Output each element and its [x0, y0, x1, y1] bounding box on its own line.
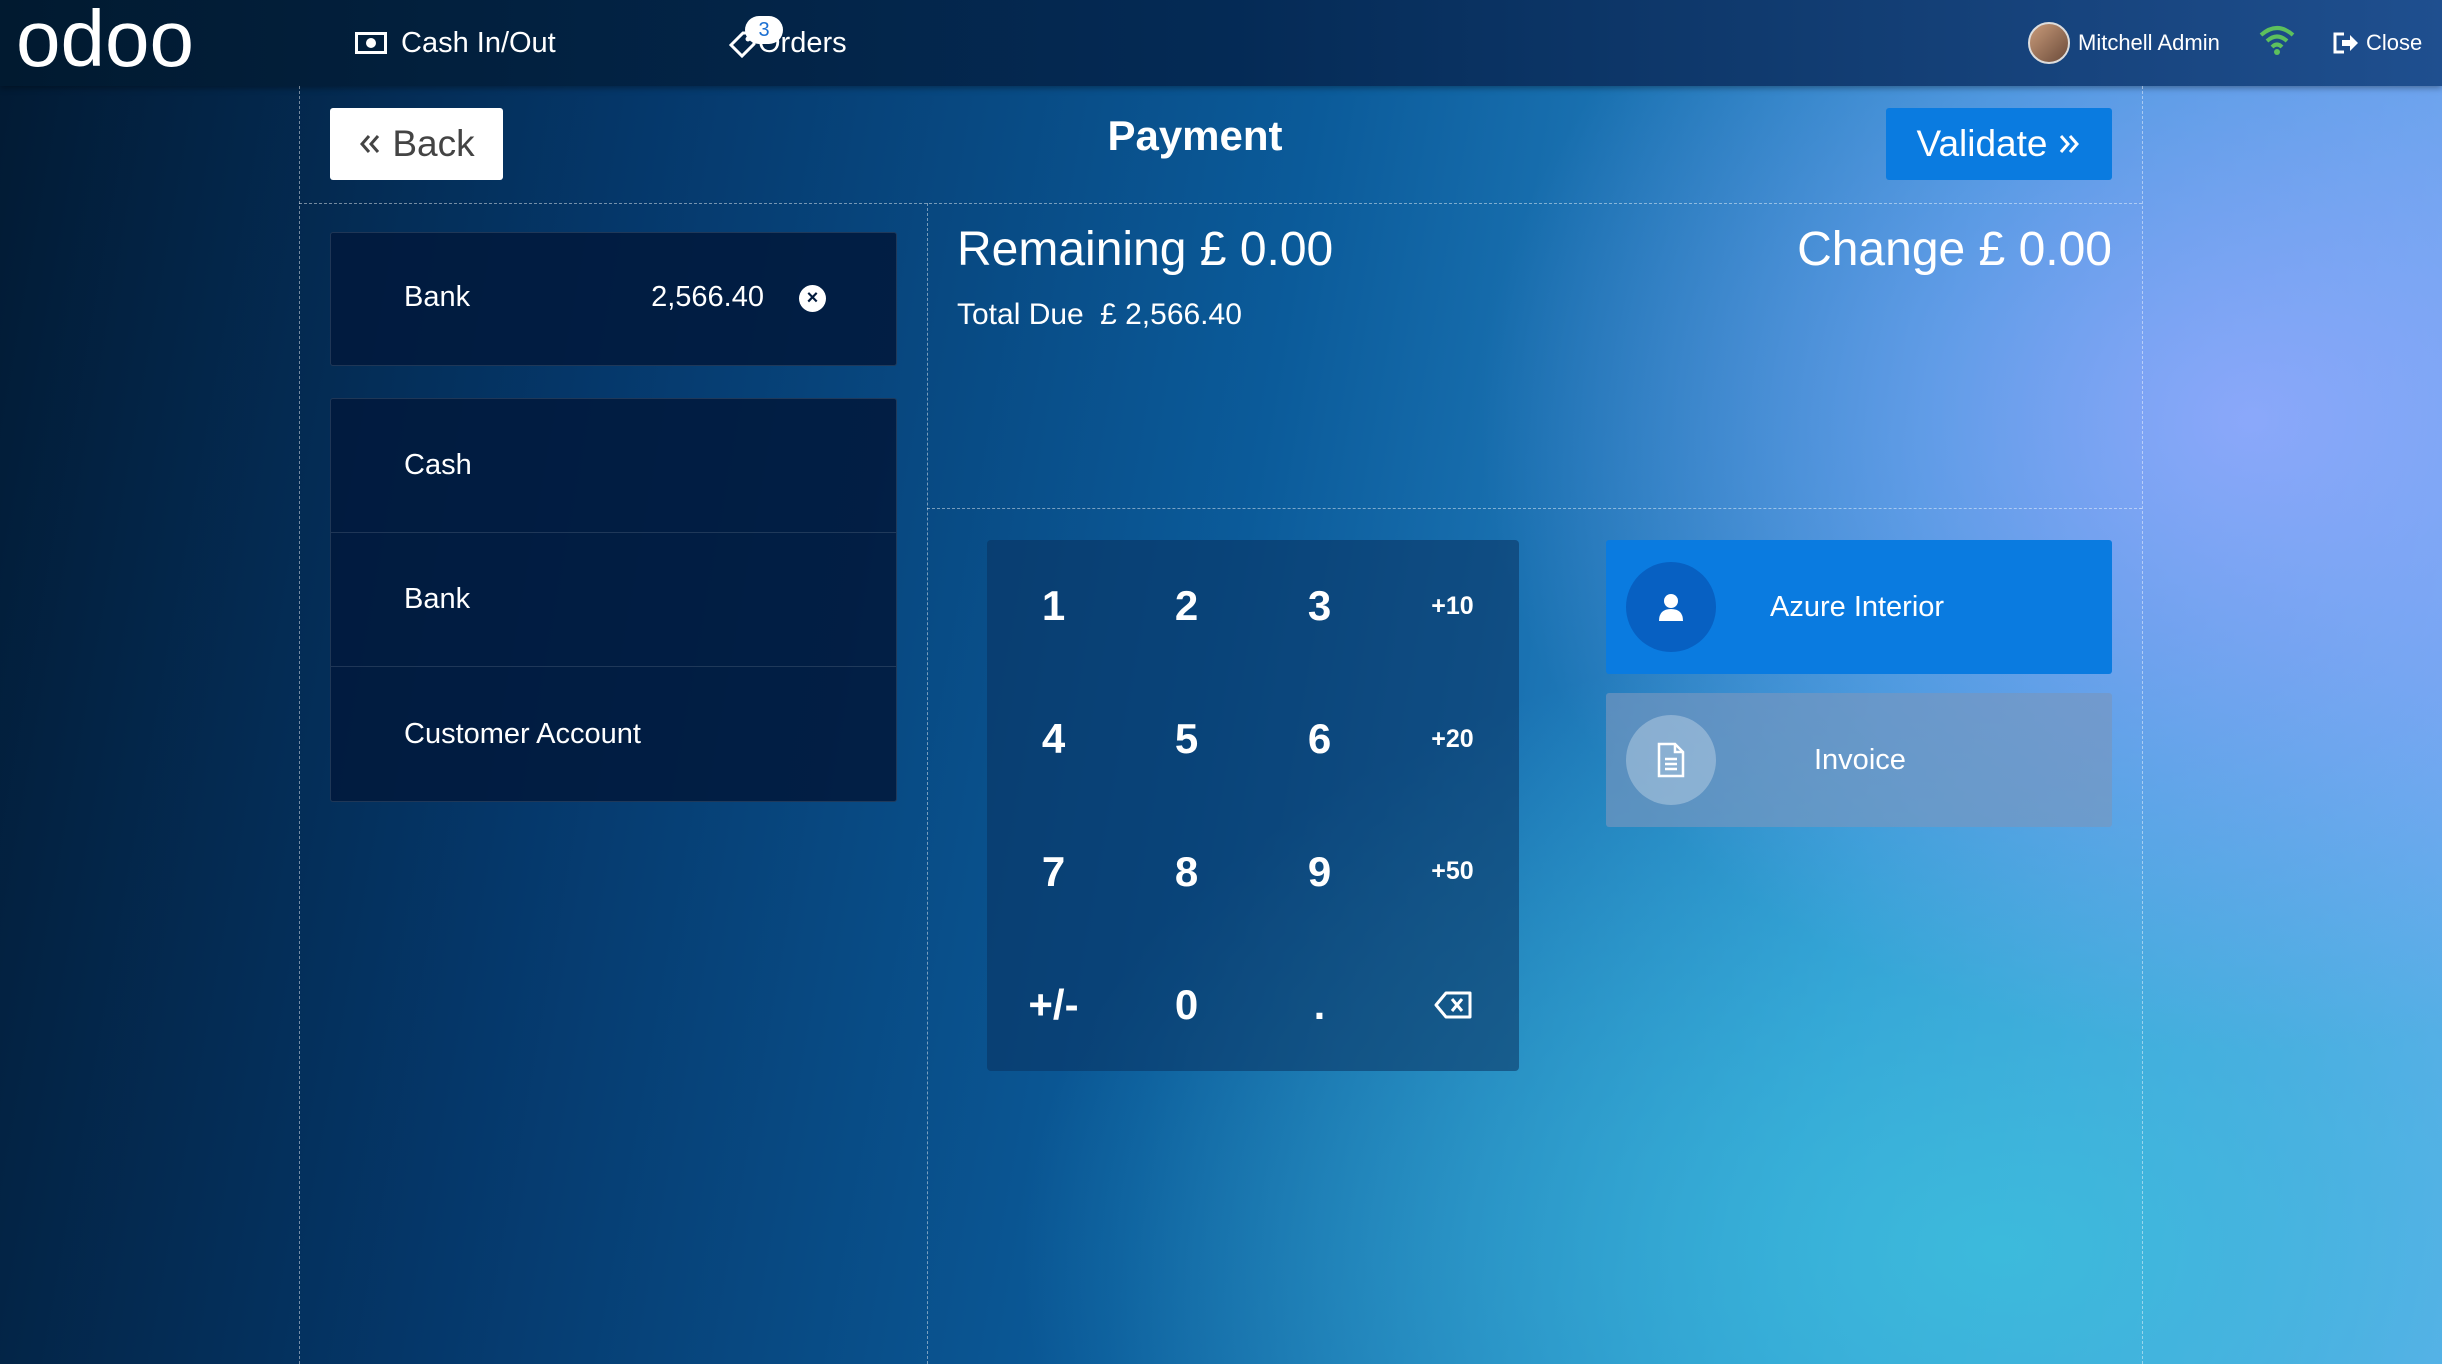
numpad-key-plus-50[interactable]: +50	[1386, 806, 1519, 939]
numpad-key-plus-minus[interactable]: +/-	[987, 938, 1120, 1071]
logo-text: odoo	[16, 4, 194, 82]
numpad-key-7[interactable]: 7	[987, 806, 1120, 939]
remaining-label: Remaining	[957, 223, 1187, 276]
numpad-key-plus-20[interactable]: +20	[1386, 673, 1519, 806]
numpad-key-2[interactable]: 2	[1120, 540, 1253, 673]
remaining-amount: Remaining £ 0.00	[957, 222, 1333, 277]
payment-line-method: Bank	[404, 281, 471, 313]
change-amount: Change £ 0.00	[1797, 222, 2112, 277]
numpad-key-3[interactable]: 3	[1253, 540, 1386, 673]
payment-method-label: Cash	[404, 449, 472, 481]
total-due-label: Total Due	[957, 298, 1084, 331]
page-title: Payment	[1107, 112, 1283, 159]
double-chevron-left-icon	[360, 135, 380, 153]
summary-divider	[927, 508, 2142, 509]
money-icon	[355, 32, 387, 54]
total-due: Total Due £ 2,566.40	[957, 298, 1242, 332]
change-value: £ 0.00	[1978, 223, 2112, 276]
cash-in-out-label: Cash In/Out	[401, 26, 556, 59]
numpad-key-8[interactable]: 8	[1120, 806, 1253, 939]
orders-button[interactable]: Orders	[728, 0, 847, 86]
center-divider	[927, 203, 928, 1364]
customer-button[interactable]: Azure Interior	[1606, 540, 2112, 674]
avatar	[2028, 22, 2070, 64]
close-button[interactable]: Close	[2332, 20, 2422, 66]
cash-in-out-button[interactable]: Cash In/Out	[355, 0, 556, 86]
payment-method-label: Bank	[404, 583, 471, 615]
header-divider	[299, 203, 2142, 204]
payment-method-cash[interactable]: Cash	[331, 399, 896, 533]
payment-method-label: Customer Account	[404, 717, 641, 750]
invoice-label: Invoice	[1814, 743, 1906, 776]
payment-method-bank[interactable]: Bank	[331, 533, 896, 667]
numpad-key-6[interactable]: 6	[1253, 673, 1386, 806]
close-circle-icon[interactable]: ×	[799, 285, 826, 312]
sign-out-icon	[2333, 32, 2358, 54]
odoo-logo: odoo	[16, 4, 194, 82]
orders-count-badge: 3	[745, 16, 783, 44]
validate-button[interactable]: Validate	[1886, 108, 2112, 180]
customer-name: Azure Interior	[1770, 590, 1945, 623]
right-divider	[2142, 86, 2143, 1364]
payment-methods-list: Cash Bank Customer Account	[330, 398, 897, 802]
change-label: Change	[1797, 223, 1966, 276]
left-divider	[299, 86, 300, 1364]
numpad-key-backspace[interactable]	[1386, 938, 1519, 1071]
validate-label: Validate	[1916, 123, 2048, 164]
back-button[interactable]: Back	[330, 108, 503, 180]
backspace-icon	[1434, 991, 1471, 1019]
numpad-key-9[interactable]: 9	[1253, 806, 1386, 939]
invoice-button[interactable]: Invoice	[1606, 693, 2112, 827]
remaining-value: £ 0.00	[1199, 223, 1334, 276]
numpad-key-plus-10[interactable]: +10	[1386, 540, 1519, 673]
payment-line-amount: 2,566.40	[651, 281, 764, 313]
back-label: Back	[392, 123, 475, 164]
numpad-key-decimal[interactable]: .	[1253, 938, 1386, 1071]
numpad-key-4[interactable]: 4	[987, 673, 1120, 806]
payment-line[interactable]: Bank 2,566.40 ×	[330, 232, 897, 366]
close-label: Close	[2366, 30, 2423, 55]
top-bar: odoo Cash In/Out Orders 3 Mitchell Admin…	[0, 0, 2442, 86]
payment-method-customer-account[interactable]: Customer Account	[331, 667, 896, 801]
numpad-key-5[interactable]: 5	[1120, 673, 1253, 806]
wifi-icon	[2259, 26, 2295, 55]
user-menu[interactable]: Mitchell Admin	[2028, 20, 2220, 66]
numpad-key-1[interactable]: 1	[987, 540, 1120, 673]
user-name: Mitchell Admin	[2078, 30, 2220, 55]
total-due-value: £ 2,566.40	[1100, 298, 1242, 331]
numpad-key-0[interactable]: 0	[1120, 938, 1253, 1071]
double-chevron-right-icon	[2060, 135, 2080, 153]
numpad: 1 2 3 +10 4 5 6 +20 7 8 9 +50 +/- 0 .	[987, 540, 1519, 1071]
